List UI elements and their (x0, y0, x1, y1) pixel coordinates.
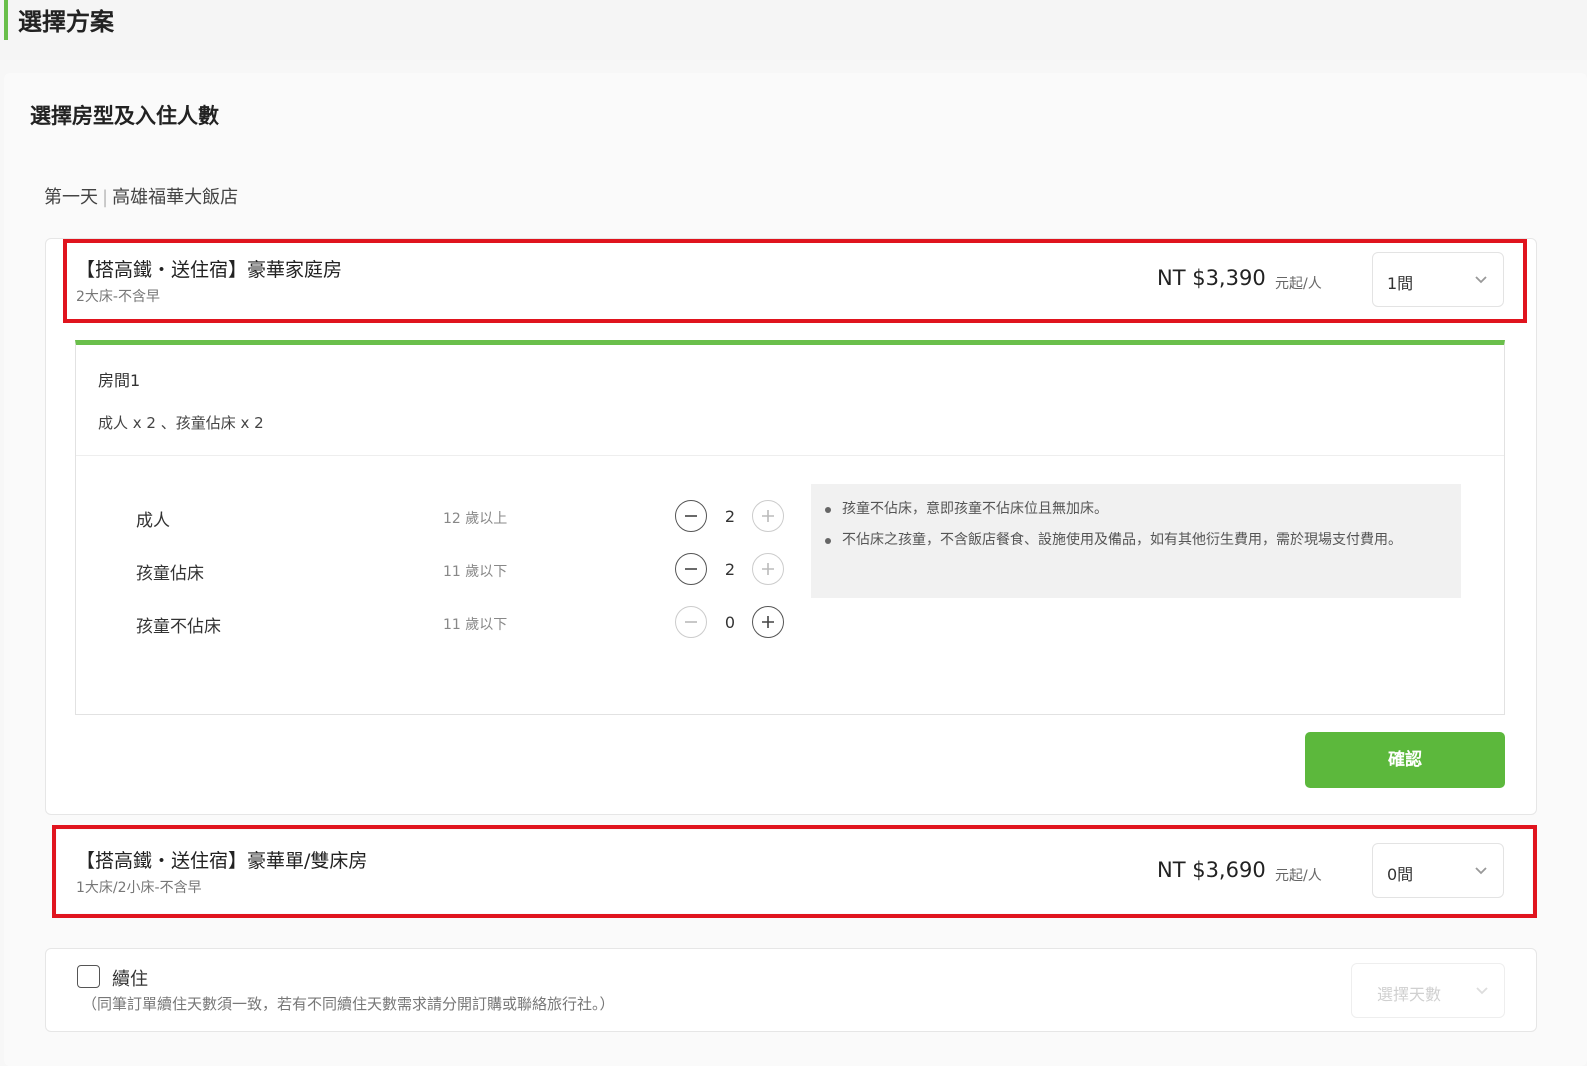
room-desc: 1大床/2小床-不含早 (76, 880, 202, 896)
minus-icon (685, 621, 697, 623)
select-value: 1間 (1387, 274, 1414, 293)
stay-days-select[interactable]: 選擇天數 (1351, 963, 1505, 1018)
panel-title: 選擇房型及入住人數 (30, 104, 219, 128)
plus-icon (762, 510, 774, 522)
increment-button[interactable] (752, 500, 784, 532)
notes-box: 孩童不佔床，意即孩童不佔床位且無加床。 不佔床之孩童，不含飯店餐食、設施使用及備… (811, 484, 1461, 598)
note-item: 孩童不佔床，意即孩童不佔床位且無加床。 (825, 498, 1441, 521)
section-accent-bar (4, 0, 8, 40)
room-price: NT $3,690 (1157, 858, 1266, 882)
note-item: 不佔床之孩童，不含飯店餐食、設施使用及備品，如有其他衍生費用，需於現場支付費用。 (825, 529, 1441, 552)
guest-age: 11 歲以下 (443, 617, 508, 633)
day-hotel-label: 第一天 | 高雄福華大飯店 (44, 183, 238, 209)
guest-row-adult: 成人 12 歲以上 2 (76, 498, 796, 538)
room-detail-panel: 房間1 成人 x 2 、孩童佔床 x 2 成人 12 歲以上 2 孩童佔床 11… (75, 340, 1505, 715)
decrement-button[interactable] (675, 553, 707, 585)
room-row-1: 【搭高鐵・送住宿】豪華家庭房 2大床-不含早 NT $3,390 元起/人 (68, 244, 1522, 318)
decrement-button[interactable] (675, 500, 707, 532)
plus-icon (762, 563, 774, 575)
section-header: 選擇方案 (0, 0, 1587, 60)
section-title: 選擇方案 (18, 8, 114, 36)
room-name: 【搭高鐵・送住宿】豪華單/雙床房 (76, 850, 368, 872)
extended-stay-card: 續住 （同筆訂單續住天數須一致，若有不同續住天數需求請分開訂購或聯絡旅行社。） … (45, 948, 1537, 1032)
day-label: 第一天 (44, 187, 98, 208)
room-name: 【搭高鐵・送住宿】豪華家庭房 (76, 259, 343, 281)
chevron-down-icon (1475, 276, 1487, 284)
room-detail-title: 房間1 (98, 371, 141, 390)
extended-stay-checkbox[interactable] (77, 965, 100, 988)
room-row-2: 【搭高鐵・送住宿】豪華單/雙床房 1大床/2小床-不含早 NT $3,690 元… (57, 830, 1532, 913)
guest-count: 2 (724, 560, 736, 579)
guest-age: 11 歲以下 (443, 564, 508, 580)
price-unit: 元起/人 (1275, 276, 1322, 292)
minus-icon (685, 515, 697, 517)
confirm-button[interactable]: 確認 (1305, 732, 1505, 788)
increment-button[interactable] (752, 553, 784, 585)
guest-count: 0 (724, 613, 736, 632)
room-qty-select-2[interactable]: 0間 (1372, 843, 1504, 898)
guest-label: 成人 (136, 511, 170, 531)
increment-button[interactable] (752, 606, 784, 638)
select-placeholder: 選擇天數 (1377, 985, 1442, 1004)
minus-icon (685, 568, 697, 570)
divider (76, 455, 1504, 456)
guest-age: 12 歲以上 (443, 511, 508, 527)
room-price: NT $3,390 (1157, 266, 1266, 290)
chevron-down-icon (1475, 867, 1487, 875)
room-qty-select-1[interactable]: 1間 (1372, 252, 1504, 307)
extended-stay-label: 續住 (112, 969, 148, 990)
guest-row-child-bed: 孩童佔床 11 歲以下 2 (76, 551, 796, 591)
price-unit: 元起/人 (1275, 868, 1322, 884)
guest-summary: 成人 x 2 、孩童佔床 x 2 (98, 414, 264, 432)
guest-label: 孩童佔床 (136, 564, 204, 584)
divider: | (102, 187, 109, 208)
hotel-name: 高雄福華大飯店 (112, 187, 239, 208)
guest-count: 2 (724, 507, 736, 526)
select-value: 0間 (1387, 865, 1414, 884)
plus-icon (762, 616, 774, 628)
room-desc: 2大床-不含早 (76, 289, 160, 305)
chevron-down-icon (1476, 987, 1488, 995)
decrement-button[interactable] (675, 606, 707, 638)
extended-stay-note: （同筆訂單續住天數須一致，若有不同續住天數需求請分開訂購或聯絡旅行社。） (82, 995, 615, 1013)
guest-row-child-no-bed: 孩童不佔床 11 歲以下 0 (76, 604, 796, 644)
guest-label: 孩童不佔床 (136, 617, 221, 637)
notes-list: 孩童不佔床，意即孩童不佔床位且無加床。 不佔床之孩童，不含飯店餐食、設施使用及備… (811, 484, 1461, 552)
